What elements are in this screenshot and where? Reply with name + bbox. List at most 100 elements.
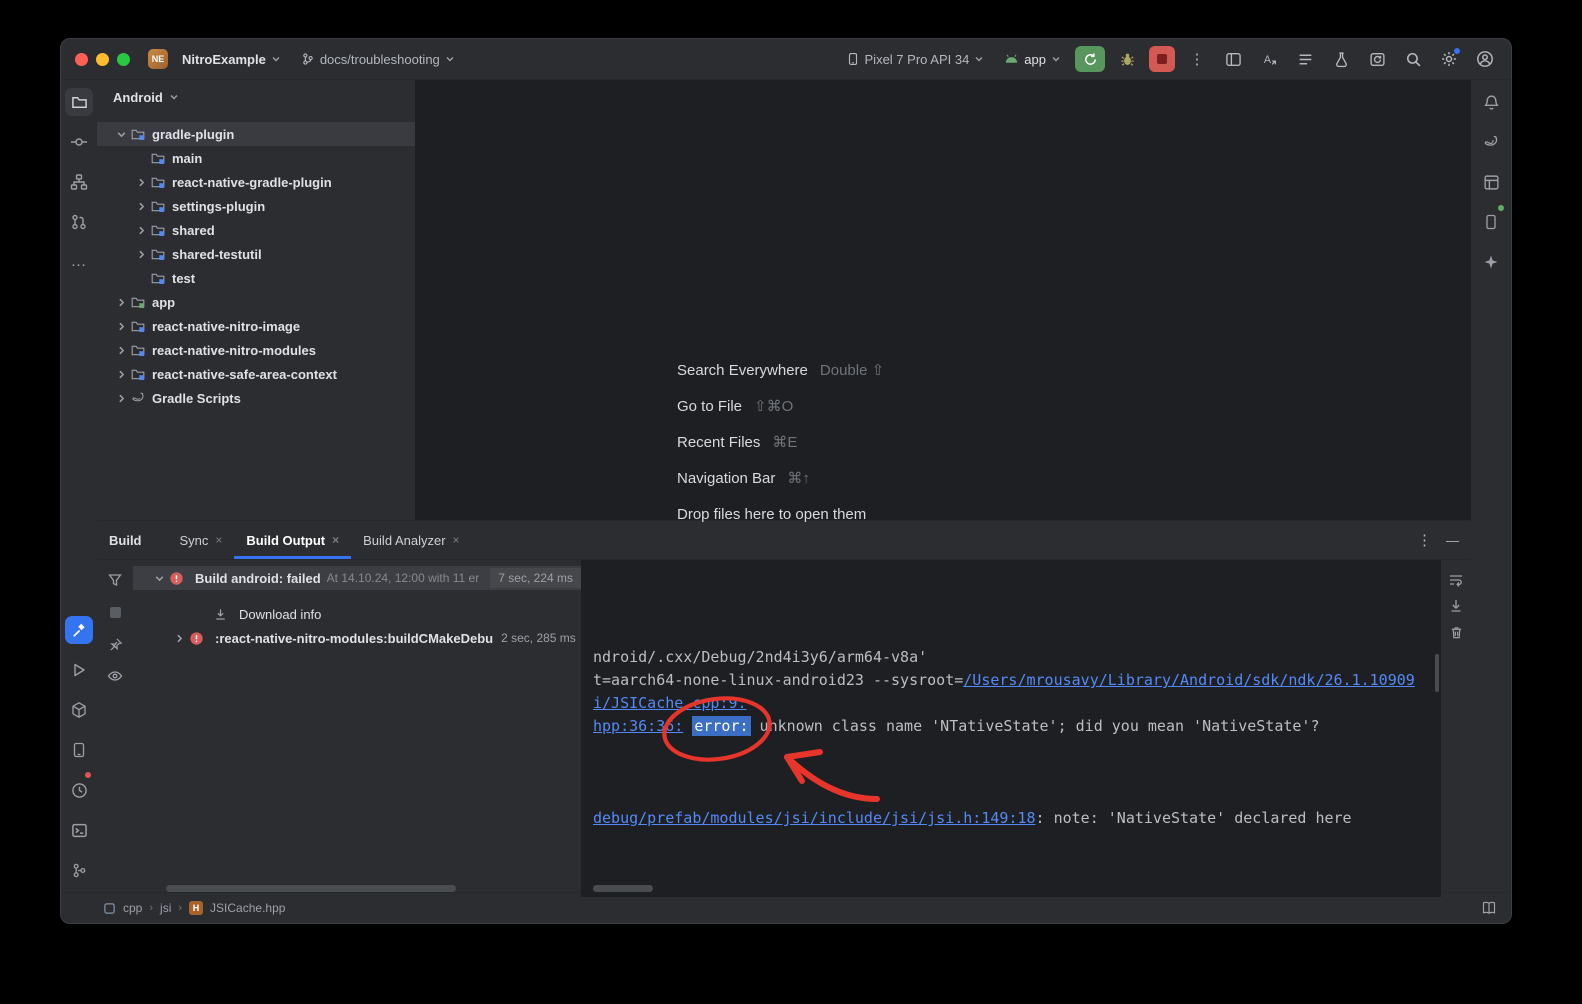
project-selector[interactable]: NitroExample (176, 49, 287, 70)
project-tree-item[interactable]: react-native-nitro-image (97, 314, 415, 338)
chevron-right-icon[interactable] (133, 225, 149, 236)
run-tool-button[interactable] (63, 650, 95, 690)
hide-tool-window-button[interactable]: — (1446, 533, 1459, 548)
project-tree-item[interactable]: gradle-plugin (97, 122, 415, 146)
eye-icon[interactable] (103, 664, 127, 688)
build-tool-button[interactable] (63, 610, 95, 650)
editor-hint-row: Drop files here to open them (677, 496, 884, 532)
close-tab-icon[interactable]: × (453, 533, 460, 547)
problems-tool-button[interactable] (63, 770, 95, 810)
close-tab-icon[interactable]: × (332, 533, 339, 547)
console-line (593, 738, 1441, 761)
stop-process-icon[interactable] (103, 600, 127, 624)
tool-windows-layout-button[interactable] (1219, 45, 1247, 73)
chevron-right-icon[interactable] (113, 321, 129, 332)
tests-button[interactable] (1327, 45, 1355, 73)
structure-tool-button[interactable] (63, 162, 95, 202)
project-item-label: Gradle Scripts (152, 391, 241, 406)
chevron-down-icon[interactable] (113, 129, 129, 140)
chevron-right-icon[interactable] (113, 345, 129, 356)
assistant-tool-button[interactable] (1475, 242, 1507, 282)
build-tab-sync[interactable]: Sync× (168, 521, 235, 559)
tab-label: Build Output (246, 533, 325, 548)
project-tree-item[interactable]: shared-testutil (97, 242, 415, 266)
soft-wrap-icon[interactable] (1444, 568, 1468, 592)
debug-button[interactable] (1113, 45, 1141, 73)
build-tree-item[interactable]: Download info (133, 602, 581, 626)
project-tree-item[interactable]: react-native-gradle-plugin (97, 170, 415, 194)
sync-project-button[interactable] (1363, 45, 1391, 73)
terminal-tool-button[interactable] (63, 810, 95, 850)
console-file-link[interactable]: i/JSICache.cpp:9: (593, 694, 747, 712)
editor-area[interactable]: Search EverywhereDouble ⇧Go to File⇧⌘ORe… (415, 80, 1471, 520)
build-tree-item[interactable]: Build android: failedAt 14.10.24, 12:00 … (133, 566, 581, 590)
console-file-link[interactable]: debug/prefab/modules/jsi/include/jsi/jsi… (593, 809, 1036, 827)
build-tab-build-analyzer[interactable]: Build Analyzer × (351, 521, 471, 559)
reader-mode-icon[interactable] (1481, 900, 1497, 916)
notifications-tool-button[interactable] (1475, 82, 1507, 122)
chevron-right-icon[interactable] (113, 369, 129, 380)
dependencies-tool-button[interactable] (63, 690, 95, 730)
project-tree-item[interactable]: test (97, 266, 415, 290)
todo-list-button[interactable] (1291, 45, 1319, 73)
project-tool-button[interactable] (63, 82, 95, 122)
project-view-mode-selector[interactable]: Android (97, 80, 415, 114)
breadcrumb-file[interactable]: JSICache.hpp (210, 901, 285, 915)
build-tree-hscrollbar[interactable] (166, 885, 456, 892)
build-tree-item[interactable]: :react-native-nitro-modules:buildCMakeDe… (133, 626, 581, 650)
search-everywhere-button[interactable] (1399, 45, 1427, 73)
build-tab-build-output[interactable]: Build Output × (234, 521, 351, 559)
commit-tool-button[interactable] (63, 122, 95, 162)
branch-selector[interactable]: docs/troubleshooting (295, 49, 461, 70)
build-tabs: Sync× Build Output × Build Analyzer × (168, 521, 472, 559)
project-tree-item[interactable]: react-native-safe-area-context (97, 362, 415, 386)
build-options-kebab-icon[interactable]: ⋮ (1417, 531, 1432, 549)
breadcrumb-jsi[interactable]: jsi (160, 901, 171, 915)
build-output-console[interactable]: ndroid/.cxx/Debug/2nd4i3y6/arm64-v8a't=a… (581, 560, 1441, 897)
scroll-to-end-icon[interactable] (1444, 594, 1468, 618)
clear-all-trash-icon[interactable] (1444, 620, 1468, 644)
translate-button[interactable]: A (1255, 45, 1283, 73)
chevron-down-icon[interactable] (151, 573, 167, 584)
console-file-link[interactable]: /Users/mrousavy/Library/Android/sdk/ndk/… (963, 671, 1415, 689)
zoom-window-button[interactable] (117, 53, 130, 66)
project-tree-item[interactable]: shared (97, 218, 415, 242)
breadcrumb-cpp[interactable]: cpp (123, 901, 142, 915)
chevron-right-icon[interactable] (133, 249, 149, 260)
chevron-right-icon[interactable] (113, 297, 129, 308)
stop-button[interactable] (1149, 46, 1175, 72)
chevron-right-icon[interactable] (113, 393, 129, 404)
project-tree-item[interactable]: Gradle Scripts (97, 386, 415, 410)
console-hscrollbar[interactable] (593, 885, 653, 892)
filter-icon[interactable] (103, 568, 127, 592)
header-file-icon: H (189, 901, 203, 915)
tab-label: Build Analyzer (363, 533, 445, 548)
gradle-tool-button[interactable] (1475, 122, 1507, 162)
version-control-tool-button[interactable] (63, 850, 95, 890)
module-folder-icon (129, 319, 147, 334)
settings-button[interactable] (1435, 45, 1463, 73)
pin-icon[interactable] (103, 632, 127, 656)
project-tree-item[interactable]: react-native-nitro-modules (97, 338, 415, 362)
account-button[interactable] (1471, 45, 1499, 73)
running-devices-tool-button[interactable] (1475, 202, 1507, 242)
minimize-window-button[interactable] (96, 53, 109, 66)
chevron-right-icon[interactable] (133, 201, 149, 212)
console-file-link[interactable]: hpp:36:36: (593, 717, 683, 735)
run-config-selector[interactable]: app (998, 49, 1067, 70)
project-tree-item[interactable]: main (97, 146, 415, 170)
chevron-right-icon[interactable] (171, 633, 187, 644)
run-button[interactable] (1075, 46, 1105, 72)
pull-requests-tool-button[interactable] (63, 202, 95, 242)
chevron-right-icon[interactable] (133, 177, 149, 188)
close-window-button[interactable] (75, 53, 88, 66)
project-tree-item[interactable]: settings-plugin (97, 194, 415, 218)
device-manager-tool-button[interactable] (63, 730, 95, 770)
layout-inspector-tool-button[interactable] (1475, 162, 1507, 202)
console-vscrollbar[interactable] (1435, 654, 1439, 692)
project-tree-item[interactable]: app (97, 290, 415, 314)
close-tab-icon[interactable]: × (215, 533, 222, 547)
more-actions-button[interactable]: ⋮ (1183, 45, 1211, 73)
more-tool-windows-button[interactable]: … (63, 242, 95, 282)
device-selector[interactable]: Pixel 7 Pro API 34 (840, 49, 991, 70)
